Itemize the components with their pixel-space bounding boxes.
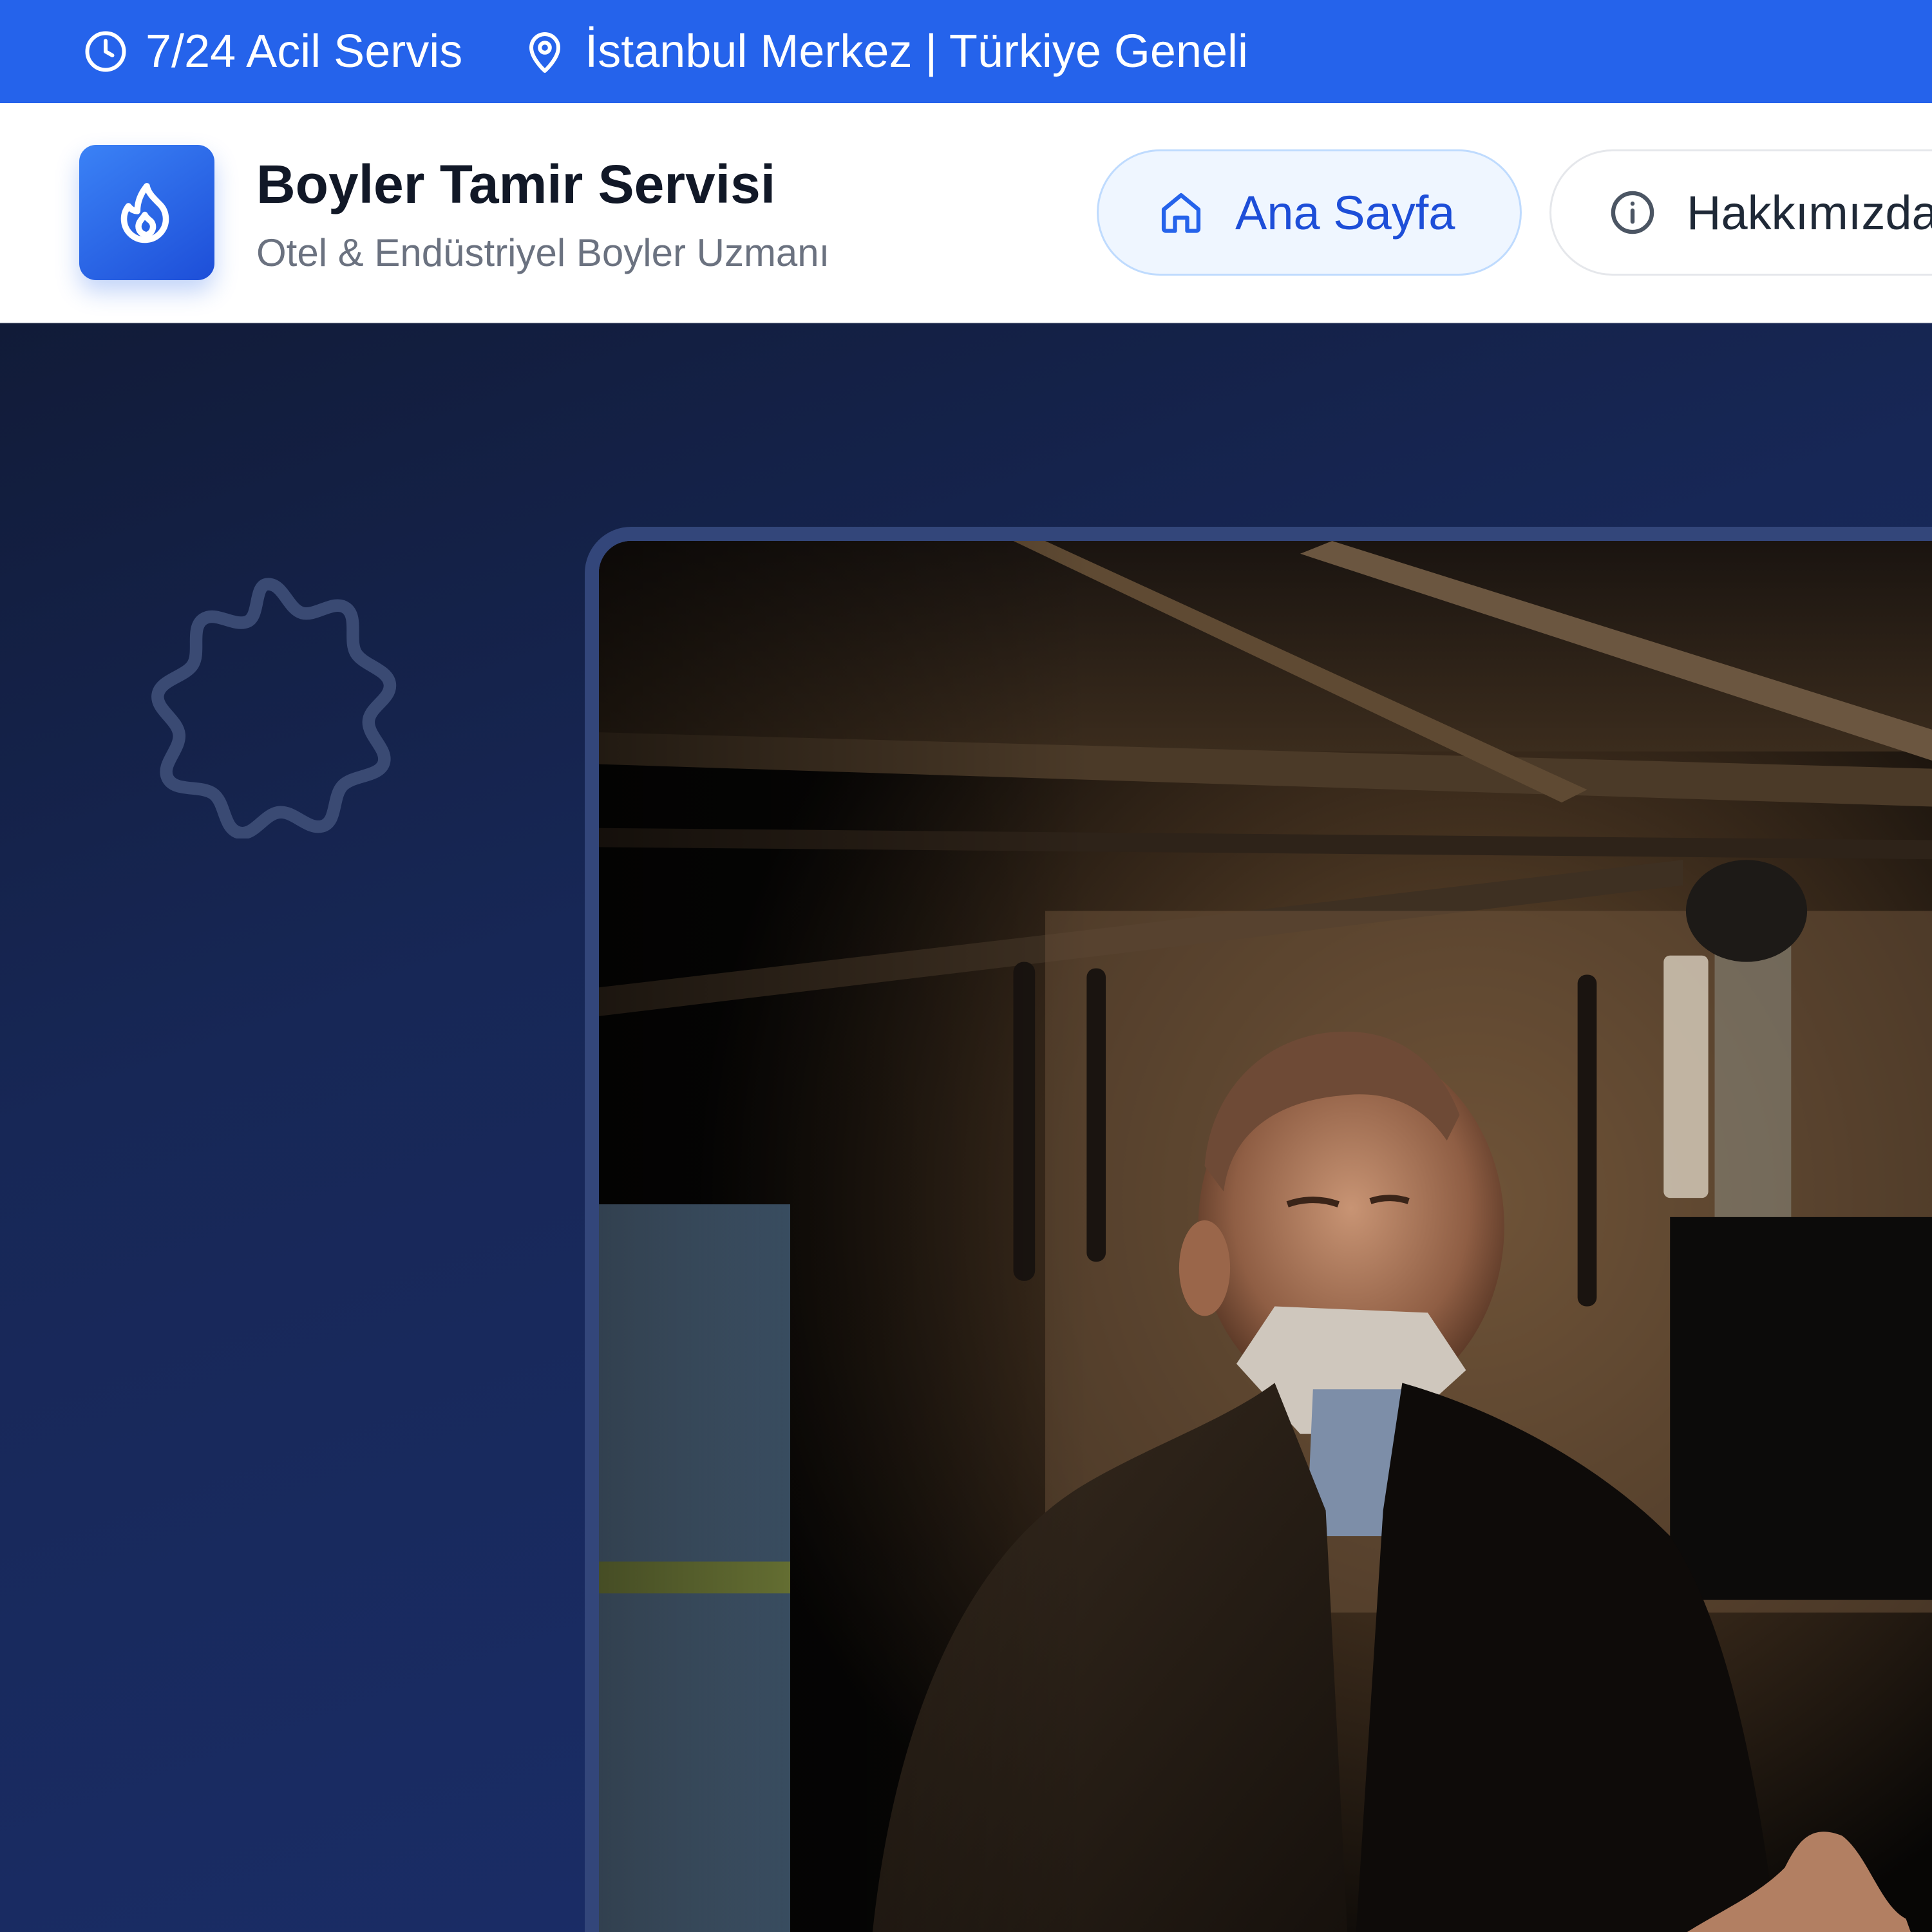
hero-section xyxy=(0,323,1932,1932)
logo[interactable] xyxy=(79,145,214,280)
gear-outline-icon xyxy=(137,574,401,838)
nav-about-label: Hakkımızda xyxy=(1687,185,1932,240)
brand-title[interactable]: Boyler Tamir Servisi xyxy=(256,153,775,216)
top-info-bar: 7/24 Acil Servis İstanbul Merkez | Türki… xyxy=(0,0,1932,103)
map-pin-icon xyxy=(522,28,568,75)
service-hours: 7/24 Acil Servis xyxy=(82,25,462,78)
nav-home[interactable]: Ana Sayfa xyxy=(1097,149,1522,276)
clock-icon xyxy=(82,28,129,75)
service-hours-text: 7/24 Acil Servis xyxy=(146,26,463,77)
info-icon xyxy=(1608,188,1657,237)
location: İstanbul Merkez | Türkiye Geneli xyxy=(522,25,1248,78)
location-text: İstanbul Merkez | Türkiye Geneli xyxy=(585,26,1249,77)
brand-subtitle: Otel & Endüstriyel Boyler Uzmanı xyxy=(256,231,830,274)
site-header: Boyler Tamir Servisi Otel & Endüstriyel … xyxy=(0,103,1932,323)
home-icon xyxy=(1157,188,1206,237)
nav-home-label: Ana Sayfa xyxy=(1235,185,1455,240)
flame-icon xyxy=(113,179,180,246)
nav-about[interactable]: Hakkımızda xyxy=(1549,149,1932,276)
hero-photo xyxy=(585,527,1932,1932)
